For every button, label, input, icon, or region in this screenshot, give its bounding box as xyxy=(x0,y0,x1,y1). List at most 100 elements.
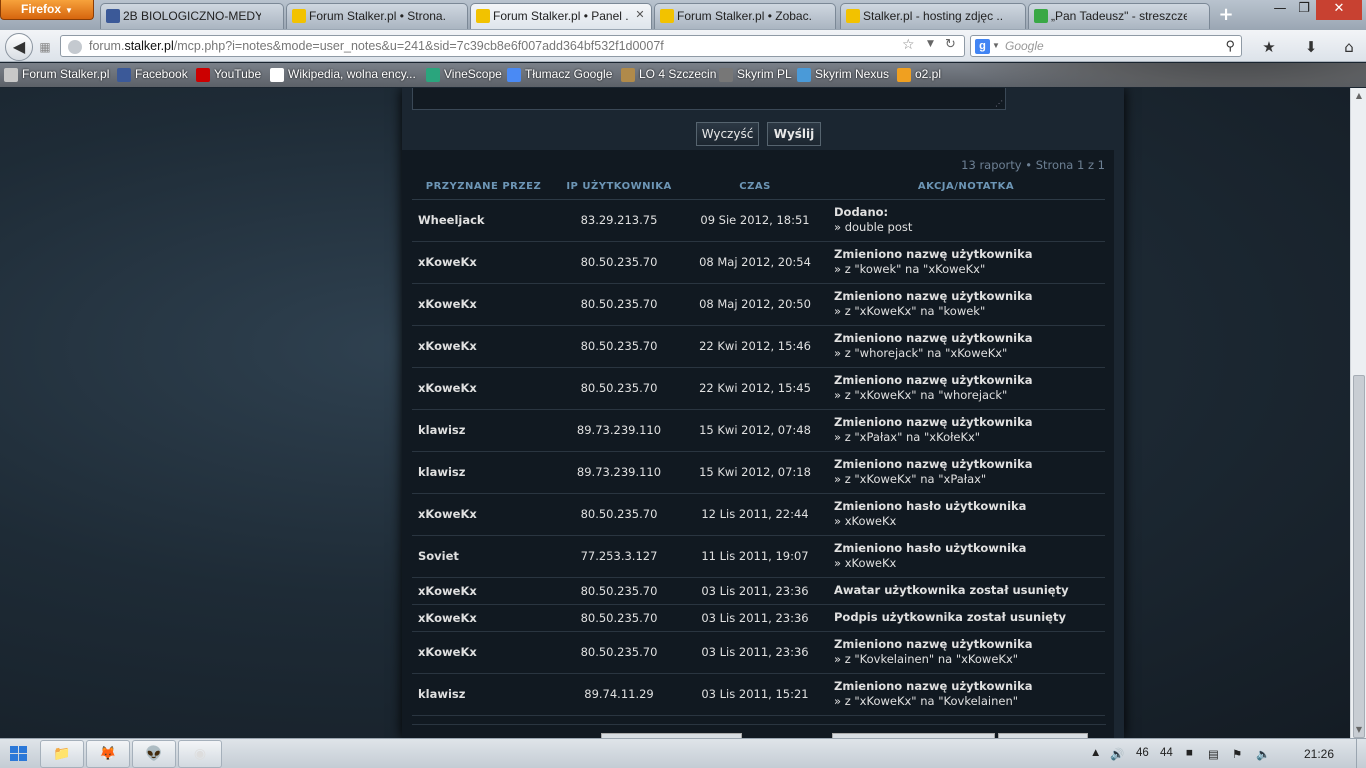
assigned-by-username[interactable]: xKoweKx xyxy=(412,577,555,605)
downloads-icon[interactable]: ⬇ xyxy=(1298,38,1324,56)
assigned-by-username[interactable]: klawisz xyxy=(412,409,555,452)
reports-table: PRZYZNANE PRZEZ IP UŻYTKOWNIKA CZAS AKCJ… xyxy=(412,174,1105,716)
browser-tab-4[interactable]: Forum Stalker.pl • Zobac... xyxy=(654,3,836,29)
speaker-icon[interactable]: 🔈 xyxy=(1256,747,1270,761)
bookmark-item[interactable]: o2.pl xyxy=(897,67,942,82)
search-icon[interactable]: ⚲ xyxy=(1225,38,1235,54)
bookmark-label: o2.pl xyxy=(915,67,942,81)
browser-tab-3[interactable]: Forum Stalker.pl • Panel ... ✕ xyxy=(470,3,652,29)
action-note-cell: Awatar użytkownika został usunięty xyxy=(827,577,1105,605)
action-title: Zmieniono nazwę użytkownika xyxy=(834,637,1033,651)
table-header-row: PRZYZNANE PRZEZ IP UŻYTKOWNIKA CZAS AKCJ… xyxy=(412,174,1105,200)
network-icon[interactable]: ▤ xyxy=(1208,747,1219,761)
assigned-by-username[interactable]: xKoweKx xyxy=(412,367,555,410)
firefox-icon[interactable]: 🦊 xyxy=(86,740,130,768)
persona-background xyxy=(946,63,1366,87)
assigned-by-username[interactable]: xKoweKx xyxy=(412,604,555,632)
search-engine-dropdown-icon[interactable]: ▼ xyxy=(992,41,1000,50)
column-header-assigned-by[interactable]: PRZYZNANE PRZEZ xyxy=(412,174,555,200)
new-tab-button[interactable]: + xyxy=(1214,5,1238,27)
column-header-user-ip[interactable]: IP UŻYTKOWNIKA xyxy=(555,174,683,200)
action-note-cell: Dodano:» double post xyxy=(827,199,1105,242)
assigned-by-username[interactable]: xKoweKx xyxy=(412,283,555,326)
assigned-by-username[interactable]: Wheeljack xyxy=(412,199,555,242)
browser-tab-2[interactable]: Forum Stalker.pl • Strona... xyxy=(286,3,468,29)
assigned-by-username[interactable]: xKoweKx xyxy=(412,325,555,368)
minimize-button[interactable]: — xyxy=(1268,0,1292,20)
close-tab-icon[interactable]: ✕ xyxy=(634,9,646,21)
explorer-icon[interactable]: 📁 xyxy=(40,740,84,768)
url-host: stalker.pl xyxy=(124,39,174,53)
system-clock[interactable]: 21:26 xyxy=(1304,747,1334,761)
reload-icon[interactable]: ↻ xyxy=(945,37,956,52)
bookmark-item[interactable]: VineScope xyxy=(426,67,502,82)
page-scrollbar[interactable]: ▲ ▼ xyxy=(1350,88,1366,738)
show-desktop-button[interactable] xyxy=(1356,739,1366,768)
column-header-action-note[interactable]: AKCJA/NOTATKA xyxy=(827,174,1105,200)
browser-tab-5[interactable]: Stalker.pl - hosting zdjęc ... xyxy=(840,3,1026,29)
alien-icon[interactable]: 👽 xyxy=(132,740,176,768)
user-ip: 80.50.235.70 xyxy=(555,577,683,605)
bookmark-favicon-icon xyxy=(426,68,440,82)
tray-app-icon[interactable]: ■ xyxy=(1186,747,1193,759)
bookmark-item[interactable]: Forum Stalker.pl xyxy=(4,67,110,82)
column-header-time[interactable]: CZAS xyxy=(683,174,827,200)
identity-icon[interactable]: ▦ xyxy=(34,38,56,56)
assigned-by-username[interactable]: xKoweKx xyxy=(412,493,555,536)
bookmark-item[interactable]: Facebook xyxy=(117,67,188,82)
action-center-icon[interactable]: ⚑ xyxy=(1232,747,1242,761)
bookmark-label: Wikipedia, wolna ency... xyxy=(288,67,416,81)
url-history-dropdown-icon[interactable]: ▼ xyxy=(927,39,934,49)
search-bar[interactable]: g ▼ Google ⚲ xyxy=(970,35,1242,57)
site-identity-icon[interactable] xyxy=(68,40,82,54)
bookmark-label: LO 4 Szczecin xyxy=(639,67,717,81)
scrollbar-thumb[interactable] xyxy=(1353,375,1365,738)
back-button[interactable]: ◀ xyxy=(5,33,33,61)
bookmark-item[interactable]: Skyrim PL xyxy=(719,67,792,82)
bookmarks-menu-icon[interactable]: ★ xyxy=(1256,38,1282,56)
home-icon[interactable]: ⌂ xyxy=(1336,38,1362,56)
browser-tab-1[interactable]: 2B BIOLOGICZNO-MEDY... xyxy=(100,3,284,29)
bookmark-item[interactable]: Skyrim Nexus xyxy=(797,67,889,82)
green-swirl-icon xyxy=(1034,9,1048,23)
bookmark-item[interactable]: Wikipedia, wolna ency... xyxy=(270,67,416,82)
tray-number-1: 46 xyxy=(1136,747,1149,759)
table-row: xKoweKx 80.50.235.70 03 Lis 2011, 23:36 Zmi… xyxy=(412,631,1105,674)
scroll-down-arrow-icon[interactable]: ▼ xyxy=(1351,722,1366,738)
google-icon[interactable]: g xyxy=(975,39,990,54)
assigned-by-username[interactable]: xKoweKx xyxy=(412,631,555,674)
bookmark-item[interactable]: LO 4 Szczecin xyxy=(621,67,717,82)
scroll-up-arrow-icon[interactable]: ▲ xyxy=(1351,88,1366,104)
bookmark-label: Facebook xyxy=(135,67,188,81)
note-textarea[interactable]: ⋰ xyxy=(412,88,1006,110)
url-bar[interactable]: forum.stalker.pl/mcp.php?i=notes&mode=us… xyxy=(60,35,965,57)
tray-overflow-icon[interactable]: ▲ xyxy=(1090,747,1101,759)
bookmark-label: Forum Stalker.pl xyxy=(22,67,110,81)
bookmark-item[interactable]: YouTube xyxy=(196,67,261,82)
assigned-by-username[interactable]: klawisz xyxy=(412,673,555,716)
url-path: /mcp.php?i=notes&mode=user_notes&u=241&s… xyxy=(173,39,664,53)
action-note: » z "xKoweKx" na "Kovkelainen" xyxy=(834,694,1019,708)
bookmark-item[interactable]: Tłumacz Google xyxy=(507,67,612,82)
assigned-by-username[interactable]: xKoweKx xyxy=(412,241,555,284)
action-title: Zmieniono nazwę użytkownika xyxy=(834,331,1033,345)
url-prefix: forum. xyxy=(89,39,125,53)
close-window-button[interactable]: ✕ xyxy=(1316,0,1362,20)
assigned-by-username[interactable]: Soviet xyxy=(412,535,555,578)
user-ip: 77.253.3.127 xyxy=(555,535,683,578)
browser-titlebar: Firefox ▼ 2B BIOLOGICZNO-MEDY... Forum Sta… xyxy=(0,0,1366,30)
bookmark-star-icon[interactable]: ☆ xyxy=(902,37,915,53)
restore-button[interactable]: ❐ xyxy=(1292,0,1316,20)
volume-icon[interactable]: 🔊 xyxy=(1110,747,1124,761)
action-note: » z "Kovkelainen" na "xKoweKx" xyxy=(834,652,1019,666)
firefox-menu-button[interactable]: Firefox ▼ xyxy=(0,0,94,20)
assigned-by-username[interactable]: klawisz xyxy=(412,451,555,494)
user-ip: 80.50.235.70 xyxy=(555,631,683,674)
chrome-icon[interactable]: ◉ xyxy=(178,740,222,768)
browser-tab-6[interactable]: „Pan Tadeusz" - streszcze... xyxy=(1028,3,1210,29)
search-placeholder: Google xyxy=(1005,39,1044,53)
submit-button[interactable]: Wyślij xyxy=(767,122,821,146)
start-button[interactable] xyxy=(0,739,40,768)
clear-button[interactable]: Wyczyść xyxy=(696,122,759,146)
resize-grip-icon[interactable]: ⋰ xyxy=(995,99,1003,108)
